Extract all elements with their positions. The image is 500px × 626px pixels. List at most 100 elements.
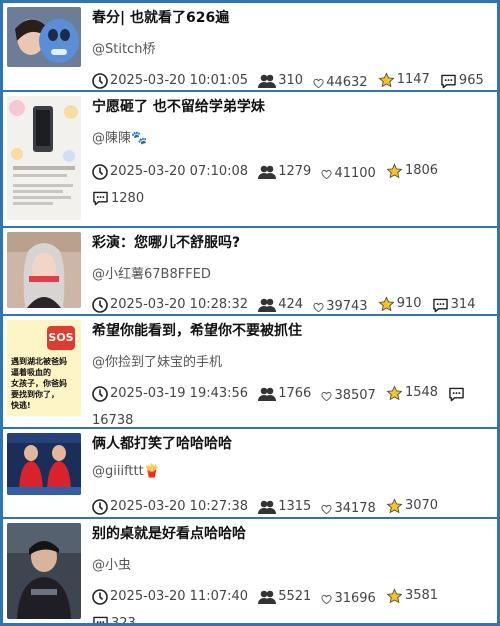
note-line: 遇到湖北被爸妈: [11, 357, 67, 366]
clock-icon: [92, 385, 108, 402]
author-name: @小虫: [92, 558, 132, 573]
comments-value: 16738: [92, 412, 134, 428]
stars-stat: 1147: [378, 69, 430, 90]
post-author[interactable]: @陳陳🐾: [92, 127, 147, 146]
post-title[interactable]: 别的桌就是好看点哈哈哈: [92, 523, 246, 543]
girl-portrait-icon[interactable]: [7, 232, 81, 308]
post-author[interactable]: @giiifttt🍟: [92, 464, 160, 479]
comment-icon: [432, 298, 448, 312]
heart-icon: [313, 78, 324, 88]
post-title[interactable]: 宁愿砸了 也不留给学弟学妹: [92, 96, 265, 116]
comment-icon: [93, 616, 108, 623]
views-stat: 1766: [258, 383, 311, 405]
time-stat: 2025-03-20 10:28:32: [92, 294, 248, 315]
views-value: 1766: [278, 385, 312, 401]
comments-stat: 965: [440, 70, 484, 90]
time-stat: 2025-03-20 07:10:08: [92, 161, 248, 183]
stars-value: 1806: [404, 163, 439, 178]
star-icon: [378, 295, 395, 311]
views-value: 5521: [278, 588, 312, 604]
clock-icon: [92, 163, 108, 180]
time-stat: 2025-03-20 10:27:38: [92, 496, 248, 518]
star-icon: [386, 162, 403, 178]
stars-value: 3070: [404, 498, 439, 513]
comment-icon: [441, 74, 456, 88]
sos-note-text: 遇到湖北被爸妈 逼着吸血的 女孩子，你爸妈 要找到你了， 快逃!: [11, 356, 79, 411]
likes-value: 34178: [334, 501, 376, 516]
heart-icon: [313, 302, 324, 312]
comment-icon: [449, 387, 464, 401]
comments-value: 323: [111, 615, 136, 624]
post-author[interactable]: @小虫: [92, 554, 131, 573]
note-line: 要找到你了，: [11, 390, 59, 399]
star-icon: [386, 384, 403, 400]
views-value: 310: [278, 72, 304, 88]
views-stat: 424: [258, 294, 303, 315]
sos-note-icon[interactable]: SOS 遇到湖北被爸妈 逼着吸血的 女孩子，你爸妈 要找到你了， 快逃!: [7, 320, 81, 416]
author-name: @Stitch桥: [92, 42, 156, 57]
likes-stat: 41100: [321, 163, 376, 185]
clock-icon: [92, 72, 108, 89]
likes-value: 44632: [326, 75, 368, 90]
list-item[interactable]: 宁愿砸了 也不留给学弟学妹 @陳陳🐾 2025-03-20 07:10:08 1…: [3, 92, 497, 228]
table-tennis-icon[interactable]: [7, 433, 81, 495]
stars-value: 1147: [396, 72, 430, 87]
stars-stat: 1548: [386, 382, 438, 404]
post-author[interactable]: @Stitch桥: [92, 38, 155, 57]
list-item[interactable]: 春分| 也就看了626遍 @Stitch桥 2025-03-20 10:01:0…: [3, 3, 497, 92]
users-icon: [258, 165, 277, 179]
comments-stat: [448, 387, 467, 402]
stars-stat: 1806: [386, 160, 438, 182]
likes-stat: 34178: [321, 498, 376, 517]
note-line: 女孩子，你爸妈: [11, 379, 67, 388]
heart-icon: [321, 594, 332, 604]
author-name: @你捡到了妹宝的手机: [92, 355, 223, 370]
clock-icon: [92, 296, 108, 313]
post-title[interactable]: 彩演：您哪儿不舒服吗?: [92, 232, 240, 252]
comments-stat: 323: [92, 613, 136, 624]
time-value: 2025-03-20 10:01:05: [110, 72, 249, 88]
stars-stat: 910: [378, 293, 422, 314]
views-stat: 1315: [258, 496, 311, 518]
comments-stat: 314: [432, 294, 475, 314]
stars-value: 910: [396, 296, 422, 311]
star-icon: [386, 587, 403, 603]
time-stat: 2025-03-19 19:43:56: [92, 383, 248, 405]
users-icon: [258, 298, 277, 312]
views-stat: 1279: [258, 161, 311, 183]
likes-value: 31696: [334, 591, 376, 606]
clock-icon: [92, 498, 108, 515]
views-value: 1315: [278, 498, 312, 514]
phone-photo-icon[interactable]: [7, 96, 81, 220]
users-icon: [258, 74, 277, 88]
list-item[interactable]: 彩演：您哪儿不舒服吗? @小红薯67B8FFED 2025-03-20 10:2…: [3, 228, 497, 316]
list-item[interactable]: 俩人都打笑了哈哈哈哈 @giiifttt🍟 2025-03-20 10:27:3…: [3, 429, 497, 519]
author-name: @陳陳: [92, 131, 132, 146]
time-stat: 2025-03-20 10:01:05: [92, 70, 249, 91]
stars-stat: 3070: [386, 495, 438, 517]
post-meta: 2025-03-20 10:01:05 310 44632 1147 965: [92, 69, 492, 91]
selfie-with-plush-icon[interactable]: [7, 7, 81, 67]
likes-stat: 38507: [321, 385, 376, 407]
stars-value: 3581: [404, 588, 439, 603]
list-item[interactable]: 别的桌就是好看点哈哈哈 @小虫 2025-03-20 11:07:40 5521…: [3, 519, 497, 623]
post-title[interactable]: 希望你能看到，希望你不要被抓住: [92, 320, 302, 340]
likes-stat: 39743: [313, 296, 368, 314]
stars-value: 1548: [404, 385, 439, 400]
time-value: 2025-03-20 10:27:38: [110, 498, 249, 514]
post-author[interactable]: @小红薯67B8FFED: [92, 263, 211, 282]
views-stat: 5521: [258, 586, 311, 608]
post-title[interactable]: 春分| 也就看了626遍: [92, 7, 229, 27]
users-icon: [258, 387, 277, 401]
post-title[interactable]: 俩人都打笑了哈哈哈哈: [92, 433, 232, 453]
likes-value: 38507: [334, 388, 376, 403]
player-portrait-icon[interactable]: [7, 523, 81, 619]
views-value: 1279: [278, 163, 312, 179]
heart-icon: [321, 169, 332, 179]
post-author[interactable]: @你捡到了妹宝的手机: [92, 351, 222, 370]
users-icon: [258, 500, 277, 514]
list-item[interactable]: SOS 遇到湖北被爸妈 逼着吸血的 女孩子，你爸妈 要找到你了， 快逃! 希望你…: [3, 316, 497, 429]
post-meta: 2025-03-20 11:07:40 5521 31696 3581 323: [92, 585, 492, 623]
app-frame: 春分| 也就看了626遍 @Stitch桥 2025-03-20 10:01:0…: [0, 0, 500, 626]
heart-icon: [321, 391, 332, 401]
